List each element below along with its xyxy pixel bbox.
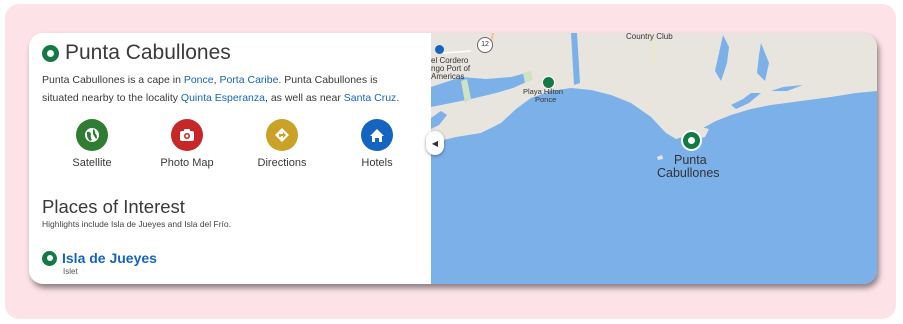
- hotels-button[interactable]: Hotels: [337, 119, 417, 169]
- place-marker-icon: [42, 44, 59, 62]
- desc-text: Punta Cabullones is a cape in: [42, 74, 184, 86]
- map-label-cabullones: Cabullones: [657, 166, 720, 180]
- place-card: Punta Cabullones Punta Cabullones is a c…: [29, 33, 877, 284]
- photo-map-button[interactable]: Photo Map: [147, 119, 227, 169]
- home-icon: [361, 119, 393, 151]
- directions-button[interactable]: Directions: [242, 119, 322, 169]
- map-canvas: [431, 33, 877, 284]
- link-quinta-esperanza[interactable]: Quinta Esperanza: [181, 92, 265, 104]
- satellite-label: Satellite: [72, 157, 112, 169]
- poi-item-isla-de-jueyes[interactable]: Isla de Jueyes: [42, 250, 157, 266]
- directions-label: Directions: [257, 157, 307, 169]
- photo-map-label: Photo Map: [160, 157, 214, 169]
- collapse-panel-button[interactable]: ◀: [426, 131, 444, 155]
- place-description: Punta Cabullones is a cape in Ponce, Por…: [42, 71, 414, 107]
- place-header: Punta Cabullones: [42, 41, 231, 65]
- chevron-left-icon: ◀: [431, 138, 439, 148]
- satellite-button[interactable]: Satellite: [52, 119, 132, 169]
- poi-subtitle: Highlights include Isla de Jueyes and Is…: [42, 219, 231, 229]
- poi-heading: Places of Interest: [42, 196, 185, 217]
- poi-item-type: Islet: [63, 267, 78, 276]
- poi-item-name[interactable]: Isla de Jueyes: [62, 250, 157, 266]
- hotels-label: Hotels: [361, 157, 393, 169]
- place-marker-icon: [42, 250, 57, 266]
- road-badge: 12: [477, 37, 493, 53]
- map-label-country-club: Country Club: [626, 33, 673, 41]
- directions-icon: [266, 119, 298, 151]
- globe-icon: [76, 119, 108, 151]
- link-porta-caribe[interactable]: Porta Caribe: [219, 74, 278, 86]
- action-bar: Satellite Photo Map Directions Hotels: [42, 119, 422, 175]
- map-view[interactable]: 12 Country Club el Cordero ngo Port of A…: [431, 33, 877, 284]
- page-title: Punta Cabullones: [65, 41, 231, 64]
- map-label-playa-ponce: Ponce: [535, 95, 557, 104]
- camera-icon: [171, 119, 203, 151]
- page-frame: Punta Cabullones Punta Cabullones is a c…: [5, 4, 896, 319]
- link-ponce[interactable]: Ponce: [184, 74, 214, 86]
- link-santa-cruz[interactable]: Santa Cruz: [344, 92, 397, 104]
- info-panel: Punta Cabullones Punta Cabullones is a c…: [29, 33, 431, 284]
- poi-marker-icon[interactable]: [435, 45, 444, 54]
- map-label-americas: Americas: [431, 72, 465, 81]
- place-marker-icon[interactable]: [681, 130, 702, 151]
- desc-text: .: [396, 92, 400, 104]
- desc-text: , as well as near: [264, 92, 344, 104]
